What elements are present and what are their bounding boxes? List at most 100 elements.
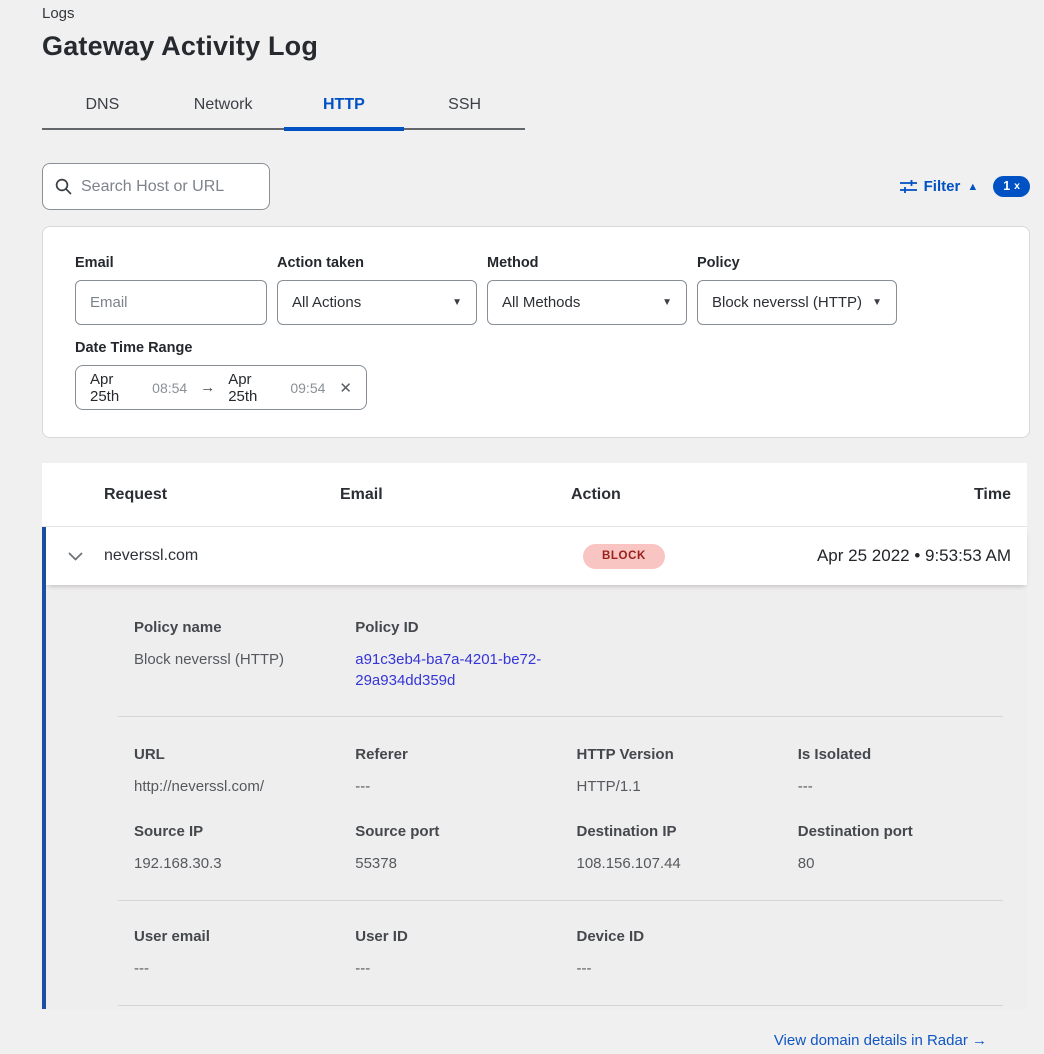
email-filter: Email — [75, 255, 267, 325]
device-id-field: Device ID --- — [561, 928, 782, 979]
action-taken-value: All Actions — [292, 294, 361, 311]
search-icon — [55, 178, 72, 195]
http-version-field: HTTP Version HTTP/1.1 — [561, 746, 782, 797]
column-header-request: Request — [104, 486, 340, 504]
filter-count-badge[interactable]: 1 x — [993, 176, 1030, 197]
action-taken-label: Action taken — [277, 255, 477, 271]
daterange-picker[interactable]: Apr 25th 08:54 → Apr 25th 09:54 ✕ — [75, 365, 367, 410]
radar-link[interactable]: View domain details in Radar → — [774, 1032, 987, 1049]
is-isolated-field: Is Isolated --- — [782, 746, 1003, 797]
daterange-start-date[interactable]: Apr 25th — [90, 371, 143, 405]
breadcrumb[interactable]: Logs — [42, 0, 1030, 22]
tab-ssh[interactable]: SSH — [404, 84, 525, 128]
tab-dns[interactable]: DNS — [42, 84, 163, 128]
radar-link-row: View domain details in Radar → — [118, 1006, 1003, 1050]
filter-count: 1 — [1003, 179, 1010, 193]
network-row: Source IP 192.168.30.3 Source port 55378… — [118, 823, 1003, 874]
destination-port-value: 80 — [798, 853, 1003, 874]
source-ip-value: 192.168.30.3 — [134, 853, 339, 874]
policy-value: Block neverssl (HTTP) — [712, 294, 862, 311]
toolbar: Filter ▲ 1 x — [42, 163, 1030, 210]
action-taken-filter: Action taken All Actions ▼ — [277, 255, 477, 325]
daterange-start-time[interactable]: 08:54 — [152, 380, 187, 396]
filter-sliders-icon[interactable] — [900, 179, 917, 194]
policy-id-link[interactable]: a91c3eb4-ba7a-4201-be72-29a934dd359d — [355, 649, 560, 691]
policy-name-value: Block neverssl (HTTP) — [134, 649, 339, 670]
user-section: User email --- User ID --- Device ID --- — [118, 901, 1003, 1005]
action-taken-select[interactable]: All Actions ▼ — [277, 280, 477, 325]
user-email-field: User email --- — [118, 928, 339, 979]
destination-ip-label: Destination IP — [577, 823, 782, 840]
search-input[interactable] — [81, 178, 257, 196]
policy-name-label: Policy name — [134, 619, 339, 636]
http-version-label: HTTP Version — [577, 746, 782, 763]
policy-name-field: Policy name Block neverssl (HTTP) — [118, 619, 339, 691]
user-email-value: --- — [134, 958, 339, 979]
source-port-field: Source port 55378 — [339, 823, 560, 874]
table-row[interactable]: neverssl.com BLOCK Apr 25 2022 • 9:53:53… — [46, 527, 1027, 585]
url-label: URL — [134, 746, 339, 763]
method-label: Method — [487, 255, 687, 271]
daterange-label: Date Time Range — [75, 340, 997, 356]
destination-port-label: Destination port — [798, 823, 1003, 840]
column-header-time: Time — [799, 486, 1027, 504]
chevron-down-icon: ▼ — [452, 297, 462, 308]
method-filter: Method All Methods ▼ — [487, 255, 687, 325]
filter-toggle[interactable]: Filter — [924, 178, 961, 195]
tab-http[interactable]: HTTP — [284, 84, 405, 128]
chevron-up-icon[interactable]: ▲ — [967, 181, 978, 193]
referer-value: --- — [355, 776, 560, 797]
user-id-label: User ID — [355, 928, 560, 945]
activity-log-table: Request Email Action Time neverssl.com B… — [42, 463, 1027, 1009]
column-header-action: Action — [571, 486, 799, 504]
column-header-email: Email — [340, 486, 571, 504]
page-title: Gateway Activity Log — [42, 31, 1030, 62]
filter-row-2: Date Time Range Apr 25th 08:54 → Apr 25t… — [75, 340, 997, 410]
policy-section: Policy name Block neverssl (HTTP) Policy… — [118, 585, 1003, 716]
url-field: URL http://neverssl.com/ — [118, 746, 339, 797]
source-port-label: Source port — [355, 823, 560, 840]
details-inner: Policy name Block neverssl (HTTP) Policy… — [118, 585, 1003, 1050]
gateway-activity-page: Logs Gateway Activity Log DNS Network HT… — [42, 0, 1030, 1009]
search-box[interactable] — [42, 163, 270, 210]
expanded-row-details: Policy name Block neverssl (HTTP) Policy… — [46, 585, 1027, 1009]
row-expander[interactable] — [46, 552, 104, 561]
url-row: URL http://neverssl.com/ Referer --- HTT… — [118, 746, 1003, 797]
user-email-label: User email — [134, 928, 339, 945]
is-isolated-value: --- — [798, 776, 1003, 797]
is-isolated-label: Is Isolated — [798, 746, 1003, 763]
destination-port-field: Destination port 80 — [782, 823, 1003, 874]
destination-ip-field: Destination IP 108.156.107.44 — [561, 823, 782, 874]
chevron-down-icon: ▼ — [872, 297, 882, 308]
referer-field: Referer --- — [339, 746, 560, 797]
policy-label: Policy — [697, 255, 897, 271]
device-id-value: --- — [577, 958, 782, 979]
filter-row-1: Email Action taken All Actions ▼ Method … — [75, 255, 997, 325]
user-id-value: --- — [355, 958, 560, 979]
email-filter-box — [75, 280, 267, 325]
method-select[interactable]: All Methods ▼ — [487, 280, 687, 325]
email-filter-input[interactable] — [90, 294, 252, 311]
http-section: URL http://neverssl.com/ Referer --- HTT… — [118, 717, 1003, 900]
daterange-end-date[interactable]: Apr 25th — [228, 371, 281, 405]
destination-ip-value: 108.156.107.44 — [577, 853, 782, 874]
policy-filter: Policy Block neverssl (HTTP) ▼ — [697, 255, 897, 325]
source-port-value: 55378 — [355, 853, 560, 874]
device-id-label: Device ID — [577, 928, 782, 945]
user-id-field: User ID --- — [339, 928, 560, 979]
arrow-right-icon: → — [196, 379, 219, 396]
referer-label: Referer — [355, 746, 560, 763]
clear-filters-icon[interactable]: x — [1014, 180, 1020, 192]
http-version-value: HTTP/1.1 — [577, 776, 782, 797]
policy-id-field: Policy ID a91c3eb4-ba7a-4201-be72-29a934… — [339, 619, 560, 691]
chevron-down-icon — [68, 552, 83, 561]
policy-select[interactable]: Block neverssl (HTTP) ▼ — [697, 280, 897, 325]
row-request: neverssl.com — [104, 547, 340, 565]
clear-daterange-icon[interactable]: ✕ — [339, 379, 352, 397]
daterange-end-time[interactable]: 09:54 — [290, 380, 325, 396]
row-time: Apr 25 2022 • 9:53:53 AM — [799, 546, 1027, 566]
source-ip-label: Source IP — [134, 823, 339, 840]
policy-id-label: Policy ID — [355, 619, 560, 636]
source-ip-field: Source IP 192.168.30.3 — [118, 823, 339, 874]
tab-network[interactable]: Network — [163, 84, 284, 128]
